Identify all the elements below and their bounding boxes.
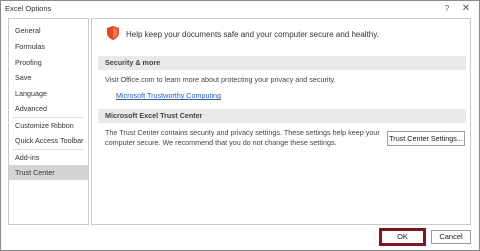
trust-center-description-line2: computer secure. We recommend that you d… bbox=[105, 138, 337, 147]
sidebar-item-quick-access-toolbar[interactable]: Quick Access Toolbar bbox=[9, 133, 88, 148]
sidebar-item-save[interactable]: Save bbox=[9, 70, 88, 85]
section-trust-center-header: Microsoft Excel Trust Center bbox=[98, 109, 466, 123]
options-sidebar: General Formulas Proofing Save Language … bbox=[8, 18, 89, 225]
trustworthy-computing-link[interactable]: Microsoft Trustworthy Computing bbox=[116, 91, 221, 100]
title-bar: Excel Options ? ✕ bbox=[1, 1, 479, 18]
close-icon[interactable]: ✕ bbox=[460, 4, 472, 14]
sidebar-item-formulas[interactable]: Formulas bbox=[9, 39, 88, 54]
sidebar-item-general[interactable]: General bbox=[9, 23, 88, 38]
cancel-button[interactable]: Cancel bbox=[431, 230, 471, 244]
security-description: Visit Office.com to learn more about pro… bbox=[105, 75, 336, 84]
trust-center-settings-button[interactable]: Trust Center Settings... bbox=[387, 131, 465, 146]
sidebar-item-advanced[interactable]: Advanced bbox=[9, 101, 88, 116]
sidebar-item-add-ins[interactable]: Add-ins bbox=[9, 150, 88, 165]
trust-center-panel: Help keep your documents safe and your c… bbox=[91, 18, 471, 225]
ok-button[interactable]: OK bbox=[379, 228, 426, 246]
shield-icon bbox=[107, 26, 119, 40]
trust-center-description-line1: The Trust Center contains security and p… bbox=[105, 128, 380, 137]
window-title: Excel Options bbox=[5, 4, 52, 13]
excel-options-dialog: Excel Options ? ✕ General Formulas Proof… bbox=[0, 0, 480, 251]
sidebar-item-trust-center[interactable]: Trust Center bbox=[9, 165, 88, 180]
page-headline: Help keep your documents safe and your c… bbox=[126, 30, 379, 39]
section-security-header: Security & more bbox=[98, 56, 466, 70]
sidebar-item-proofing[interactable]: Proofing bbox=[9, 55, 88, 70]
help-icon[interactable]: ? bbox=[442, 4, 452, 14]
sidebar-item-customize-ribbon[interactable]: Customize Ribbon bbox=[9, 118, 88, 133]
sidebar-item-language[interactable]: Language bbox=[9, 86, 88, 101]
